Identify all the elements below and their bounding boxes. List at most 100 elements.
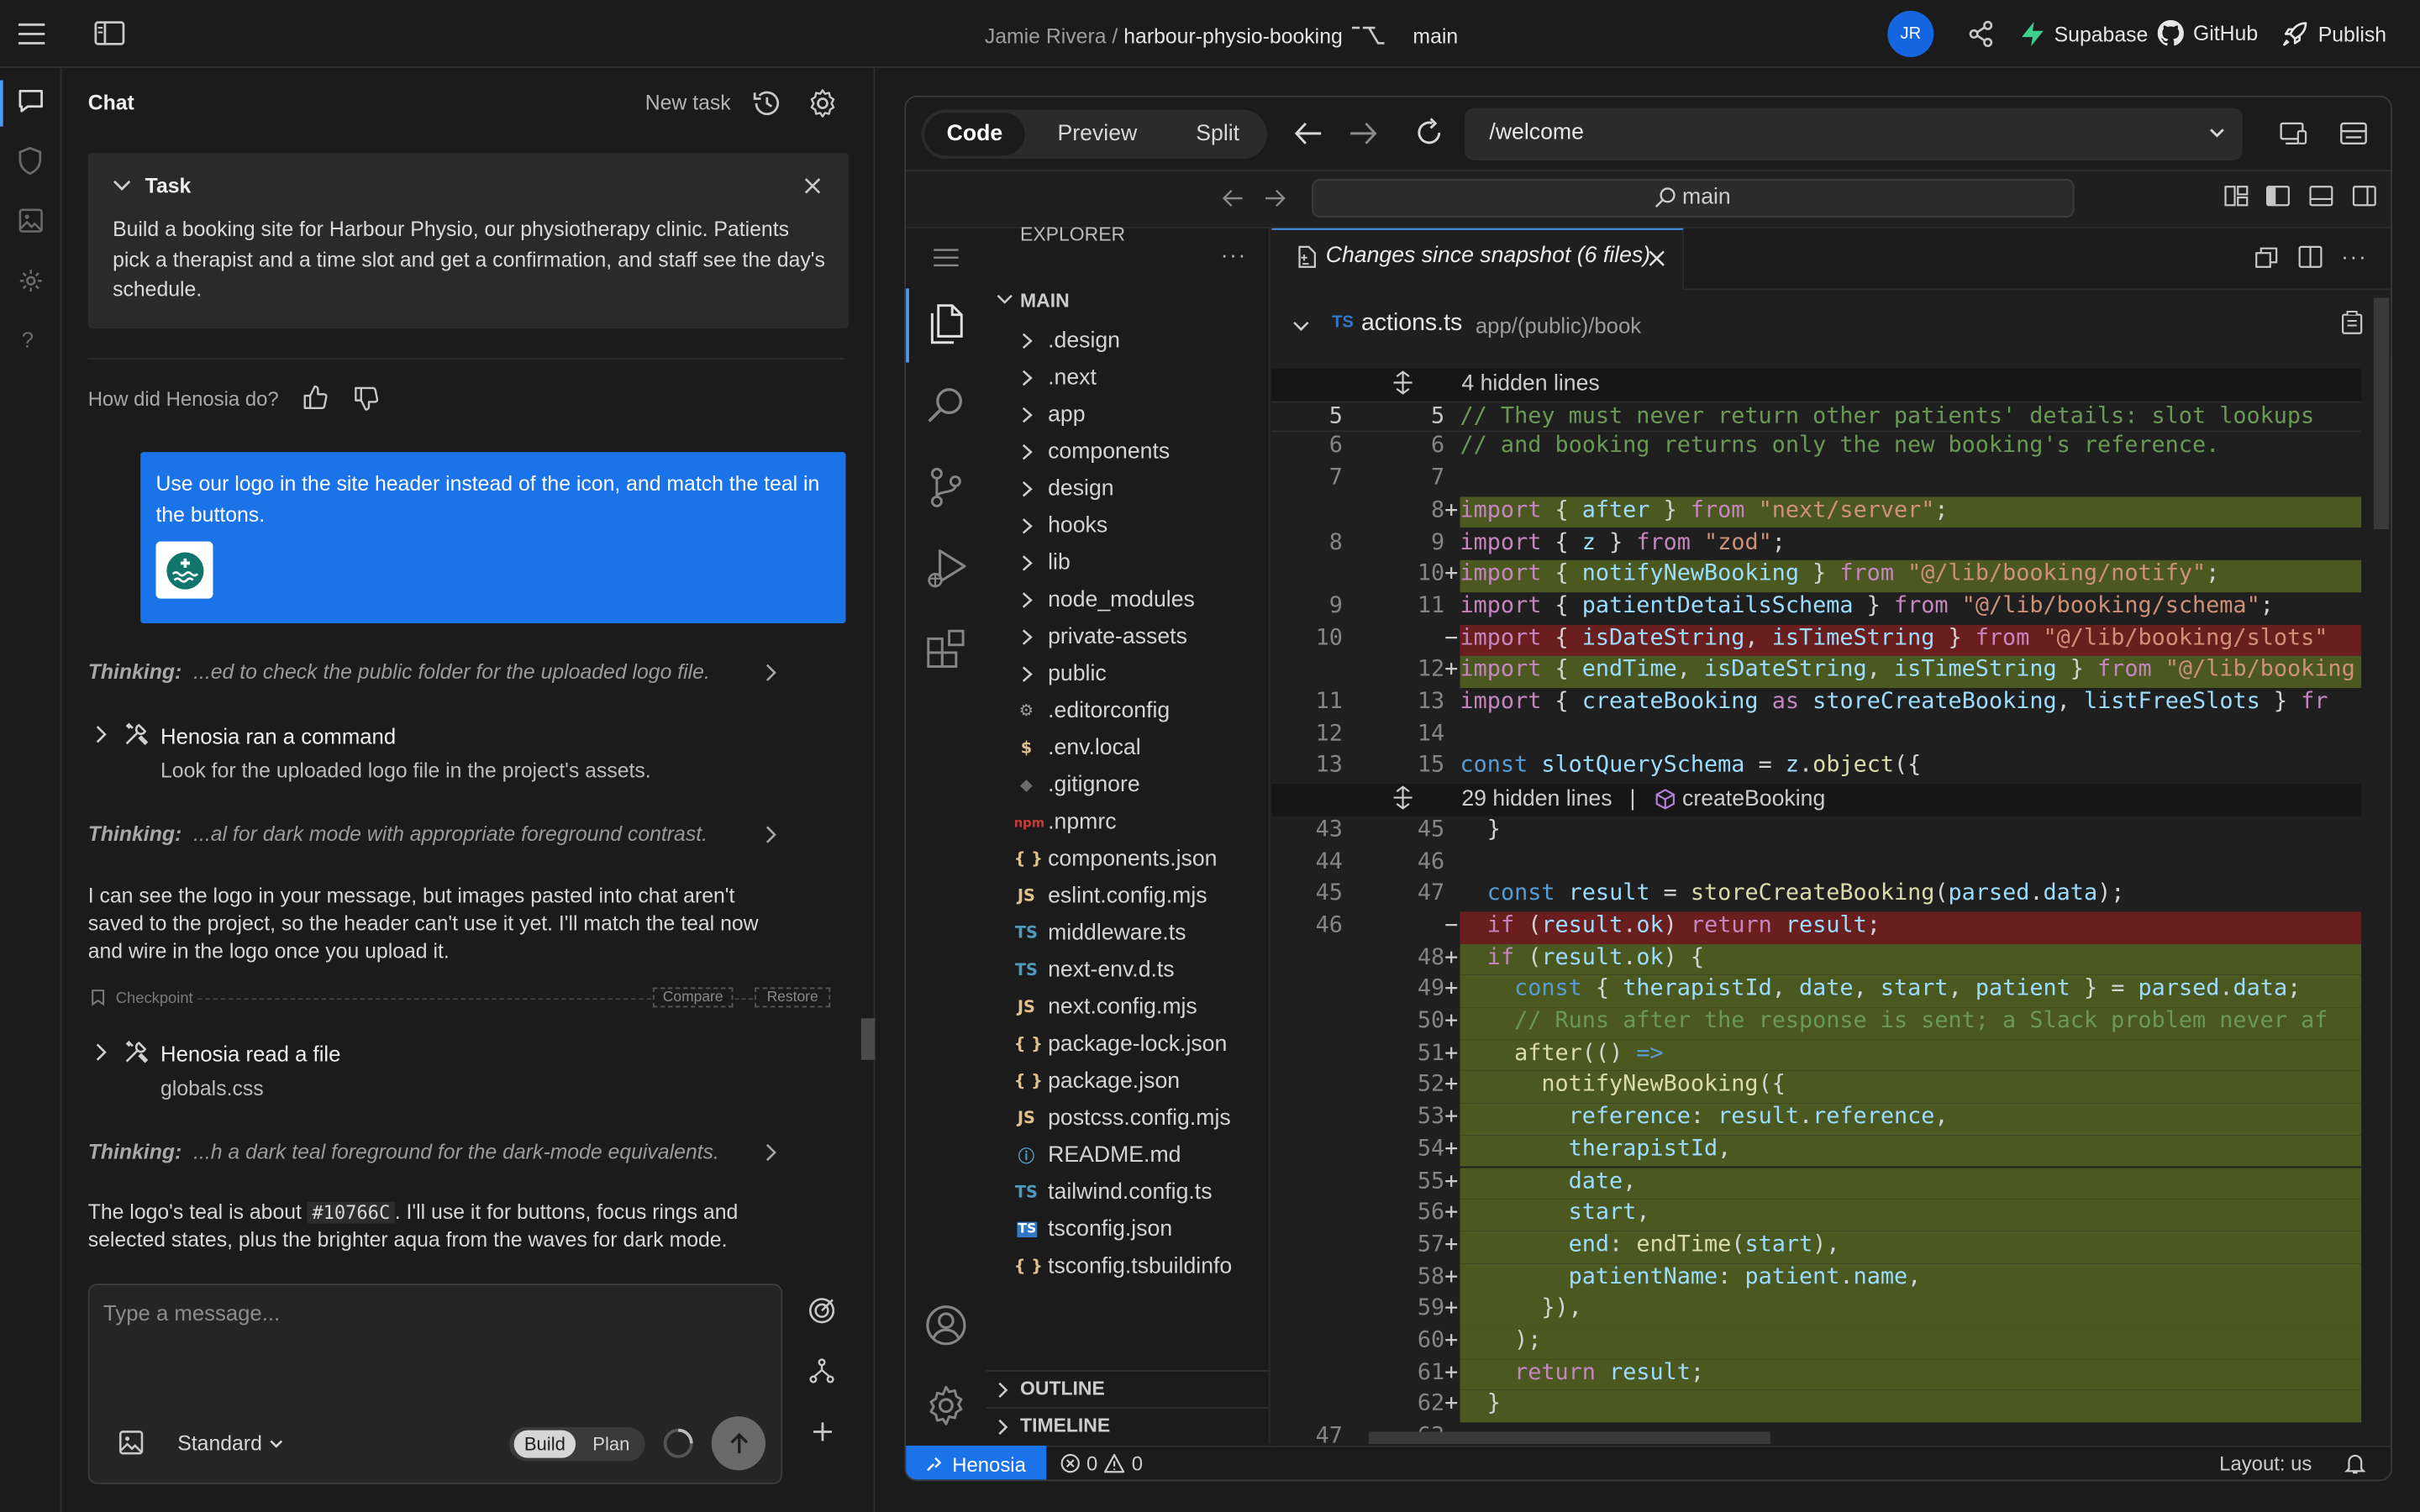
chevron-right-icon[interactable]	[92, 723, 108, 745]
status-remote[interactable]: Henosia	[906, 1445, 1047, 1480]
status-layout[interactable]: Layout: us	[2219, 1452, 2312, 1475]
file-item[interactable]: ◆ .gitignore	[986, 767, 1140, 804]
new-task-button[interactable]: New task	[645, 91, 731, 114]
nav-back-icon[interactable]	[1221, 188, 1244, 208]
file-item[interactable]: ⓘ README.md	[986, 1137, 1181, 1174]
breadcrumb-owner[interactable]: Jamie Rivera	[985, 24, 1107, 48]
folder-item[interactable]: private-assets	[986, 619, 1187, 656]
restore-button[interactable]: Restore	[755, 987, 831, 1008]
build-toggle[interactable]: Build	[513, 1430, 576, 1458]
extensions-icon[interactable]	[926, 628, 968, 670]
chevron-down-icon[interactable]	[111, 175, 133, 197]
tab-code[interactable]: Code	[924, 113, 1025, 156]
timeline-section[interactable]: TIMELINE	[1020, 1415, 1110, 1436]
avatar[interactable]: JR	[1887, 10, 1934, 57]
run-debug-icon[interactable]	[926, 546, 969, 592]
chevron-right-icon[interactable]	[92, 1042, 108, 1063]
manage-gear-icon[interactable]	[924, 1384, 967, 1427]
target-icon[interactable]	[808, 1296, 837, 1326]
open-file-icon[interactable]	[2338, 310, 2366, 334]
chevron-right-icon[interactable]	[762, 1142, 777, 1163]
branch-name[interactable]: main	[1413, 24, 1458, 48]
tab-split[interactable]: Split	[1175, 113, 1261, 155]
plus-icon[interactable]	[812, 1421, 834, 1443]
nav-forward-icon[interactable]	[1264, 188, 1287, 208]
chevron-right-icon[interactable]	[762, 824, 777, 846]
folder-item[interactable]: hooks	[986, 507, 1107, 544]
folder-item[interactable]: node_modules	[986, 581, 1195, 618]
chevron-down-icon[interactable]	[1292, 319, 1310, 333]
close-tab-icon[interactable]	[1649, 250, 1665, 267]
file-item[interactable]: TS tsconfig.json	[986, 1211, 1172, 1248]
more-actions-icon[interactable]: ···	[2341, 244, 2367, 268]
search-icon[interactable]	[926, 386, 966, 426]
horizontal-scrollbar[interactable]	[1369, 1431, 1770, 1445]
file-item[interactable]: $ .env.local	[986, 730, 1141, 767]
github-button[interactable]: GitHub	[2157, 19, 2258, 46]
file-item[interactable]: JS postcss.config.mjs	[986, 1100, 1231, 1137]
hamburger-icon[interactable]	[932, 247, 960, 269]
editor-scrollbar[interactable]	[2373, 297, 2390, 529]
explorer-root-folder[interactable]: MAIN	[1020, 290, 1070, 312]
forward-arrow-icon[interactable]	[1347, 120, 1378, 146]
image-upload-icon[interactable]	[118, 1431, 144, 1455]
back-arrow-icon[interactable]	[1293, 120, 1324, 146]
chat-scrollbar[interactable]	[860, 1018, 876, 1060]
account-icon[interactable]	[924, 1304, 967, 1347]
chat-icon[interactable]	[17, 88, 45, 114]
unfold-icon[interactable]	[1392, 785, 1414, 810]
compare-button[interactable]: Compare	[652, 987, 734, 1008]
thinking-row[interactable]: Thinking: ...ed to check the public fold…	[88, 660, 710, 684]
more-actions-icon[interactable]: ···	[1221, 242, 1247, 266]
file-item[interactable]: { } package.json	[986, 1063, 1180, 1100]
image-icon[interactable]	[18, 208, 43, 233]
toggle-primary-sidebar-icon[interactable]	[2265, 185, 2290, 207]
file-item[interactable]: TS middleware.ts	[986, 915, 1186, 952]
folder-item[interactable]: .design	[986, 323, 1120, 360]
file-item[interactable]: { } components.json	[986, 841, 1218, 878]
shield-icon[interactable]	[17, 146, 43, 176]
file-item[interactable]: JS eslint.config.mjs	[986, 878, 1207, 915]
supabase-button[interactable]: Supabase	[2020, 20, 2148, 48]
sidebar-toggle-icon[interactable]	[94, 20, 125, 46]
folder-item[interactable]: lib	[986, 544, 1071, 581]
refresh-icon[interactable]	[1413, 118, 1444, 149]
file-item[interactable]: TS next-env.d.ts	[986, 952, 1175, 989]
chevron-right-icon[interactable]	[996, 1381, 1011, 1399]
outline-section[interactable]: OUTLINE	[1020, 1378, 1105, 1399]
folder-item[interactable]: design	[986, 470, 1114, 507]
tab-preview[interactable]: Preview	[1042, 113, 1153, 155]
file-item[interactable]: TS tailwind.config.ts	[986, 1174, 1213, 1211]
url-text[interactable]: /welcome	[1489, 120, 1583, 144]
source-control-icon[interactable]	[928, 466, 965, 509]
settings-icon[interactable]	[18, 269, 43, 293]
help-icon[interactable]: ?	[22, 327, 34, 351]
chevron-right-icon[interactable]	[996, 1418, 1011, 1436]
diff-editor[interactable]: 4 hidden lines 5 5// They must never retur…	[1271, 356, 2363, 1446]
open-changes-icon[interactable]	[2254, 247, 2278, 269]
layout-icon[interactable]	[2224, 185, 2249, 207]
split-editor-icon[interactable]	[2298, 245, 2323, 269]
logo-attachment[interactable]	[155, 541, 213, 599]
thumbs-up-icon[interactable]	[302, 384, 329, 410]
file-item[interactable]: { } package-lock.json	[986, 1026, 1228, 1063]
panel-layout-icon[interactable]	[2339, 122, 2367, 145]
file-item[interactable]: { } tsconfig.tsbuildinfo	[986, 1248, 1233, 1285]
plan-toggle[interactable]: Plan	[583, 1431, 639, 1458]
hidden-lines-label[interactable]: 4 hidden lines	[1461, 372, 1599, 396]
file-item[interactable]: JS next.config.mjs	[986, 989, 1197, 1026]
chevron-down-icon[interactable]	[2208, 127, 2225, 139]
fork-icon[interactable]	[808, 1357, 834, 1383]
chevron-down-icon[interactable]	[996, 291, 1014, 307]
send-button[interactable]	[711, 1416, 766, 1471]
menu-icon[interactable]	[17, 22, 46, 46]
share-icon[interactable]	[1968, 20, 1996, 48]
thinking-row[interactable]: Thinking: ...h a dark teal foreground fo…	[88, 1140, 719, 1163]
folder-item[interactable]: app	[986, 396, 1086, 433]
device-icon[interactable]	[2280, 122, 2307, 145]
message-input[interactable]: Type a message...	[103, 1300, 280, 1325]
breadcrumb-repo[interactable]: harbour-physio-booking	[1123, 24, 1343, 48]
history-icon[interactable]	[751, 88, 782, 119]
file-item[interactable]: ⚙ .editorconfig	[986, 693, 1170, 730]
mode-select[interactable]: Standard	[177, 1431, 283, 1455]
